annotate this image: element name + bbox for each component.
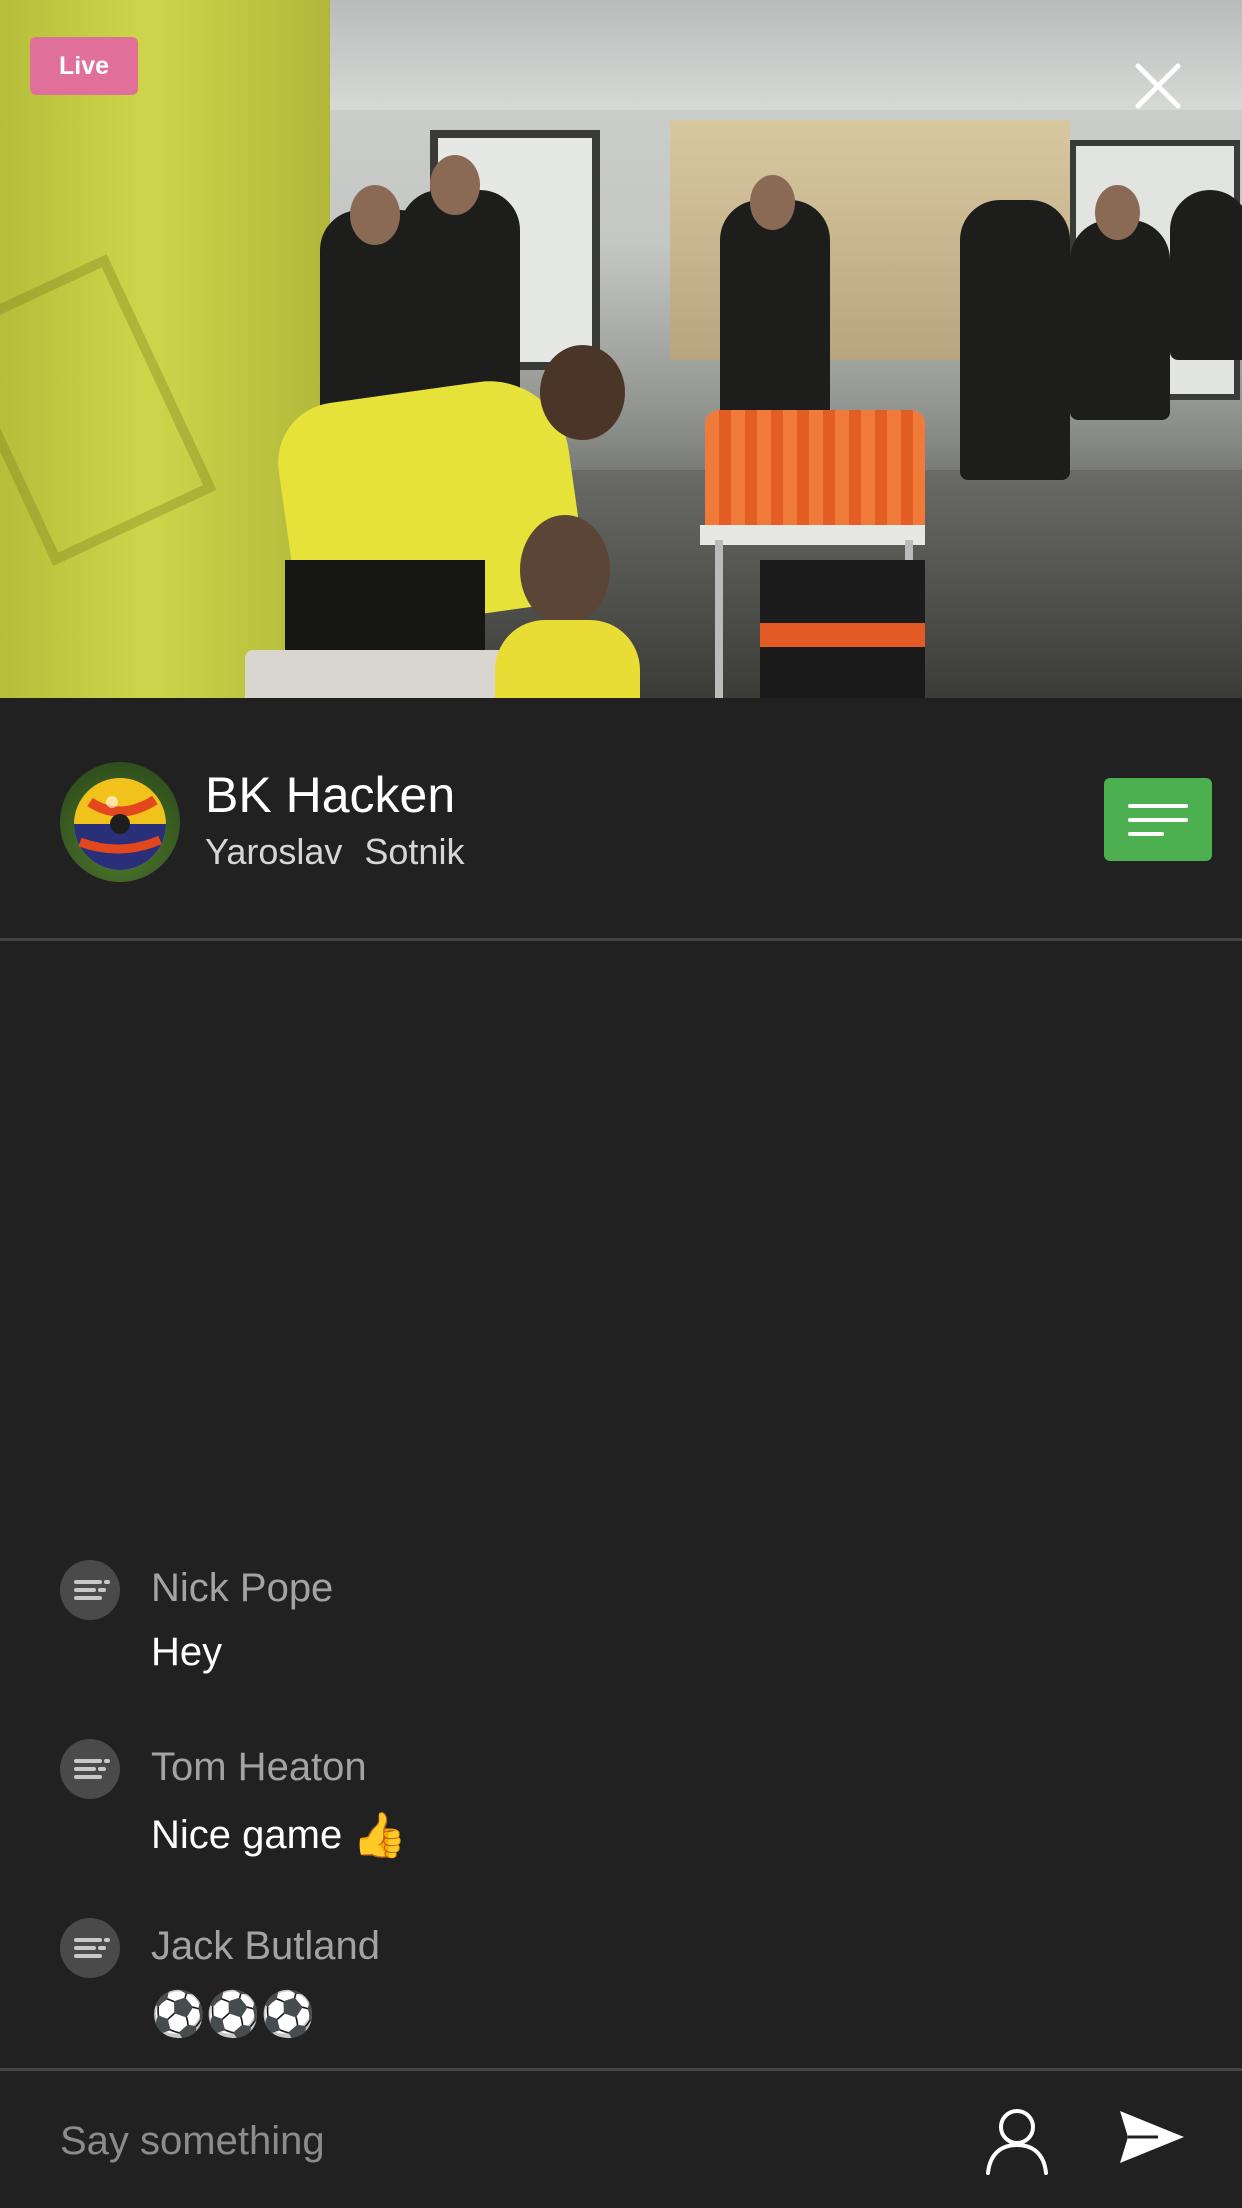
channel-avatar[interactable] — [60, 762, 180, 882]
soccer-ball-icon — [74, 778, 166, 870]
channel-subtitle: Yaroslav Sotnik — [205, 831, 464, 873]
user-icon — [986, 2109, 1048, 2175]
chat-author: Jack Butland — [151, 1924, 381, 1968]
user-button[interactable] — [982, 2105, 1052, 2175]
chat-message: Nick Pope Hey — [0, 1560, 1242, 1710]
channel-header: BK Hacken Yaroslav Sotnik — [0, 698, 1242, 941]
live-stream-screen: Live BK Hacken Yaroslav Sotnik Nick Pope… — [0, 0, 1242, 2208]
message-composer — [0, 2071, 1242, 2208]
chat-text: ⚽⚽⚽ — [151, 1988, 315, 2040]
chat-user-icon — [60, 1560, 120, 1620]
close-button[interactable] — [1128, 56, 1188, 116]
chat-text: Nice game 👍 — [151, 1811, 407, 1860]
chat-text: Hey — [151, 1630, 223, 1674]
chat-author: Nick Pope — [151, 1566, 334, 1610]
send-icon — [1120, 2111, 1184, 2163]
chat-list[interactable]: Nick Pope Hey Tom Heaton Nice game 👍 Jac… — [0, 940, 1242, 2068]
live-video[interactable]: Live — [0, 0, 1242, 698]
message-input[interactable] — [60, 2101, 940, 2181]
chat-author: Tom Heaton — [151, 1745, 367, 1789]
chat-user-icon — [60, 1739, 120, 1799]
subtitle-last-name: Sotnik — [364, 831, 465, 872]
menu-button[interactable] — [1104, 778, 1212, 861]
subtitle-first-name: Yaroslav — [205, 831, 343, 872]
close-icon — [1135, 63, 1181, 109]
live-badge: Live — [30, 37, 138, 95]
chat-message: Jack Butland ⚽⚽⚽ — [0, 1918, 1242, 2068]
thumbs-up-icon: 👍 — [352, 1811, 407, 1860]
menu-lines-icon — [1128, 803, 1188, 836]
chat-message: Tom Heaton Nice game 👍 — [0, 1739, 1242, 1889]
send-button[interactable] — [1118, 2107, 1186, 2167]
chat-user-icon — [60, 1918, 120, 1978]
channel-title: BK Hacken — [205, 767, 456, 823]
soccer-ball-emoji: ⚽⚽⚽ — [151, 1990, 316, 2039]
